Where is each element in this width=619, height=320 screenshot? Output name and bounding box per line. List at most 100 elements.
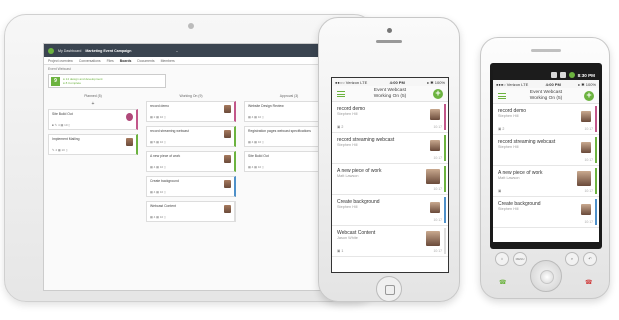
- card-time: 10:17: [584, 158, 594, 162]
- front-camera: [387, 28, 392, 33]
- battery-icon: [568, 72, 575, 78]
- list-item[interactable]: record streaming webcast Stephen Hill 10:1…: [493, 135, 599, 166]
- avatar: [577, 171, 591, 186]
- avatar: [224, 130, 231, 138]
- card-title: Registration pages webcast specification…: [248, 129, 311, 133]
- hardware-controls: ⌂ MENU ⌕ ↶ ☎ ☎: [481, 252, 609, 292]
- avatar: [430, 202, 440, 213]
- card-time: 10:17: [433, 249, 443, 253]
- back-key-icon[interactable]: ↶: [583, 252, 597, 266]
- earpiece: [531, 49, 561, 52]
- card-time: 10:17: [584, 127, 594, 131]
- card-meta: ■ ✎ 4 ▦ 10 ▯: [52, 123, 70, 127]
- card-assignee: Stephen Hill: [337, 143, 358, 147]
- menu-icon[interactable]: [337, 91, 345, 97]
- trackball[interactable]: [530, 260, 562, 292]
- app-title[interactable]: My Dashboard: [58, 49, 81, 53]
- menu-icon[interactable]: [498, 93, 506, 99]
- board-card[interactable]: A new piece of work ▦ 4 ▦ 10 ▯: [146, 151, 236, 172]
- list-item[interactable]: record demo Stephen Hill ▣ 2 10:17: [493, 104, 599, 135]
- tablet-topbar: My Dashboard Marketing Event Campaign ⌄: [44, 44, 338, 57]
- battery-label: ▸ ✱ 100%: [427, 79, 445, 85]
- header-subtitle: Working On (5): [373, 94, 407, 99]
- tab-documents[interactable]: Documents: [137, 59, 154, 63]
- add-icon[interactable]: +: [433, 89, 443, 99]
- list-item[interactable]: A new piece of work Matt Lawson 10:17: [332, 164, 448, 195]
- battery-label: ▸ ✱ 100%: [578, 81, 596, 87]
- end-call-icon[interactable]: ☎: [585, 279, 592, 286]
- avatar: [581, 204, 591, 215]
- app-header: Event Webcast Working On (5) +: [332, 86, 448, 102]
- android-screen: 8:30 PM ●●●○ Verizon LTE 4:00 PM ▸ ✱ 100…: [493, 70, 599, 242]
- carrier-label: ●●●○ Verizon LTE: [496, 81, 529, 87]
- card-title: Site Build Out: [248, 154, 269, 158]
- board-card[interactable]: Create background ▦ 4 ▦ 10 ▯: [146, 176, 236, 197]
- tag-number: 9: [51, 76, 60, 86]
- card-meta: ▦ 4 ▦ 10 ▯: [248, 140, 264, 144]
- list-item[interactable]: Create background Stephen Hill 10:17: [493, 197, 599, 228]
- card-meta: ▦ 4 ▦ 10 ▯: [248, 165, 264, 169]
- tab-project-overview[interactable]: Project overview: [48, 59, 73, 63]
- board-column: Working On (9) record demo ▦ 2 ▦ 10 ▯ recor…: [146, 94, 236, 286]
- list-item[interactable]: Webcast Content Jason White ▣ 1 10:17: [332, 226, 448, 257]
- card-time: 10:17: [433, 218, 443, 222]
- summary-tag[interactable]: 9 ● 14 design and development ● 8 Comple…: [48, 74, 166, 88]
- board-card[interactable]: record demo ▦ 2 ▦ 10 ▯: [146, 101, 236, 122]
- earpiece: [376, 40, 402, 43]
- status-bar-indicator: [595, 199, 597, 225]
- avatar: [581, 142, 591, 153]
- card-list: record demo Stephen Hill ▣ 2 10:17 record st…: [332, 102, 448, 257]
- iphone-device: ●●○○ Verizon LTE 4:00 PM ▸ ✱ 100% Event …: [318, 17, 460, 302]
- menu-key[interactable]: MENU: [513, 252, 527, 266]
- board-card[interactable]: Implement Mailing ✎ 4 ▦ 10 ▯: [48, 134, 138, 155]
- avatar: [126, 113, 133, 121]
- tag-line: ● 8 Complete: [63, 81, 81, 85]
- column-title: Planned (5): [84, 94, 102, 98]
- card-assignee: Stephen Hill: [498, 114, 519, 118]
- call-icon[interactable]: ☎: [499, 279, 506, 286]
- system-bar: 8:30 PM: [493, 70, 599, 80]
- kanban-board: Planned (5) + Site Build Out ■ ✎ 4 ▦ 10 ▯ Im…: [48, 94, 334, 286]
- card-title: Website Design Review: [248, 104, 284, 108]
- board-card[interactable]: Site Build Out ■ ✎ 4 ▦ 10 ▯: [48, 109, 138, 130]
- home-key-icon[interactable]: ⌂: [495, 252, 509, 266]
- app-header: Event Webcast Working On (5) +: [493, 88, 599, 104]
- list-item[interactable]: Create background Stephen Hill 10:17: [332, 195, 448, 226]
- tab-members[interactable]: Members: [161, 59, 175, 63]
- add-card-icon[interactable]: +: [48, 101, 138, 107]
- tab-files[interactable]: Files: [107, 59, 114, 63]
- board-card[interactable]: Webcast Content ▦ 4 ▦ 10 ▯: [146, 201, 236, 222]
- breadcrumb[interactable]: Event Webcast: [44, 65, 338, 73]
- card-time: 10:17: [584, 220, 594, 224]
- card-assignee: Matt Lawson: [337, 174, 359, 178]
- app-logo-icon[interactable]: [48, 47, 54, 54]
- card-assignee: Stephen Hill: [337, 205, 358, 209]
- search-key-icon[interactable]: ⌕: [565, 252, 579, 266]
- project-title[interactable]: Marketing Event Campaign: [85, 49, 131, 53]
- avatar: [224, 105, 231, 113]
- card-title: record demo: [150, 104, 170, 108]
- card-meta: ▦ 4 ▦ 10 ▯: [248, 115, 264, 119]
- iphone-screen: ●●○○ Verizon LTE 4:00 PM ▸ ✱ 100% Event …: [331, 77, 449, 273]
- avatar: [224, 205, 231, 213]
- tab-boards[interactable]: Boards: [120, 59, 132, 63]
- card-meta: ✎ 4 ▦ 10 ▯: [52, 148, 68, 152]
- avatar: [224, 180, 231, 188]
- status-bar-indicator: [595, 106, 597, 132]
- card-meta: ▦ 4 ▦ 10 ▯: [150, 215, 166, 219]
- card-assignee: Stephen Hill: [498, 207, 519, 211]
- card-assignee: Matt Lawson: [498, 176, 520, 180]
- chevron-down-icon[interactable]: ⌄: [176, 49, 179, 53]
- card-title: Implement Mailing: [52, 137, 80, 141]
- card-meta: ▣: [498, 189, 502, 193]
- card-meta: ▦ 4 ▦ 10 ▯: [150, 165, 166, 169]
- card-title: A new piece of work: [150, 154, 181, 158]
- list-item[interactable]: record demo Stephen Hill ▣ 2 10:17: [332, 102, 448, 133]
- list-item[interactable]: record streaming webcast Stephen Hill 10:1…: [332, 133, 448, 164]
- add-icon[interactable]: +: [584, 91, 594, 101]
- tab-conversations[interactable]: Conversations: [79, 59, 101, 63]
- list-item[interactable]: A new piece of work Matt Lawson ▣ 10:17: [493, 166, 599, 197]
- home-button[interactable]: [376, 276, 402, 302]
- status-bar-indicator: [444, 228, 446, 254]
- board-card[interactable]: record streaming webcast ▦ 5 ▦ 10 ▯: [146, 126, 236, 147]
